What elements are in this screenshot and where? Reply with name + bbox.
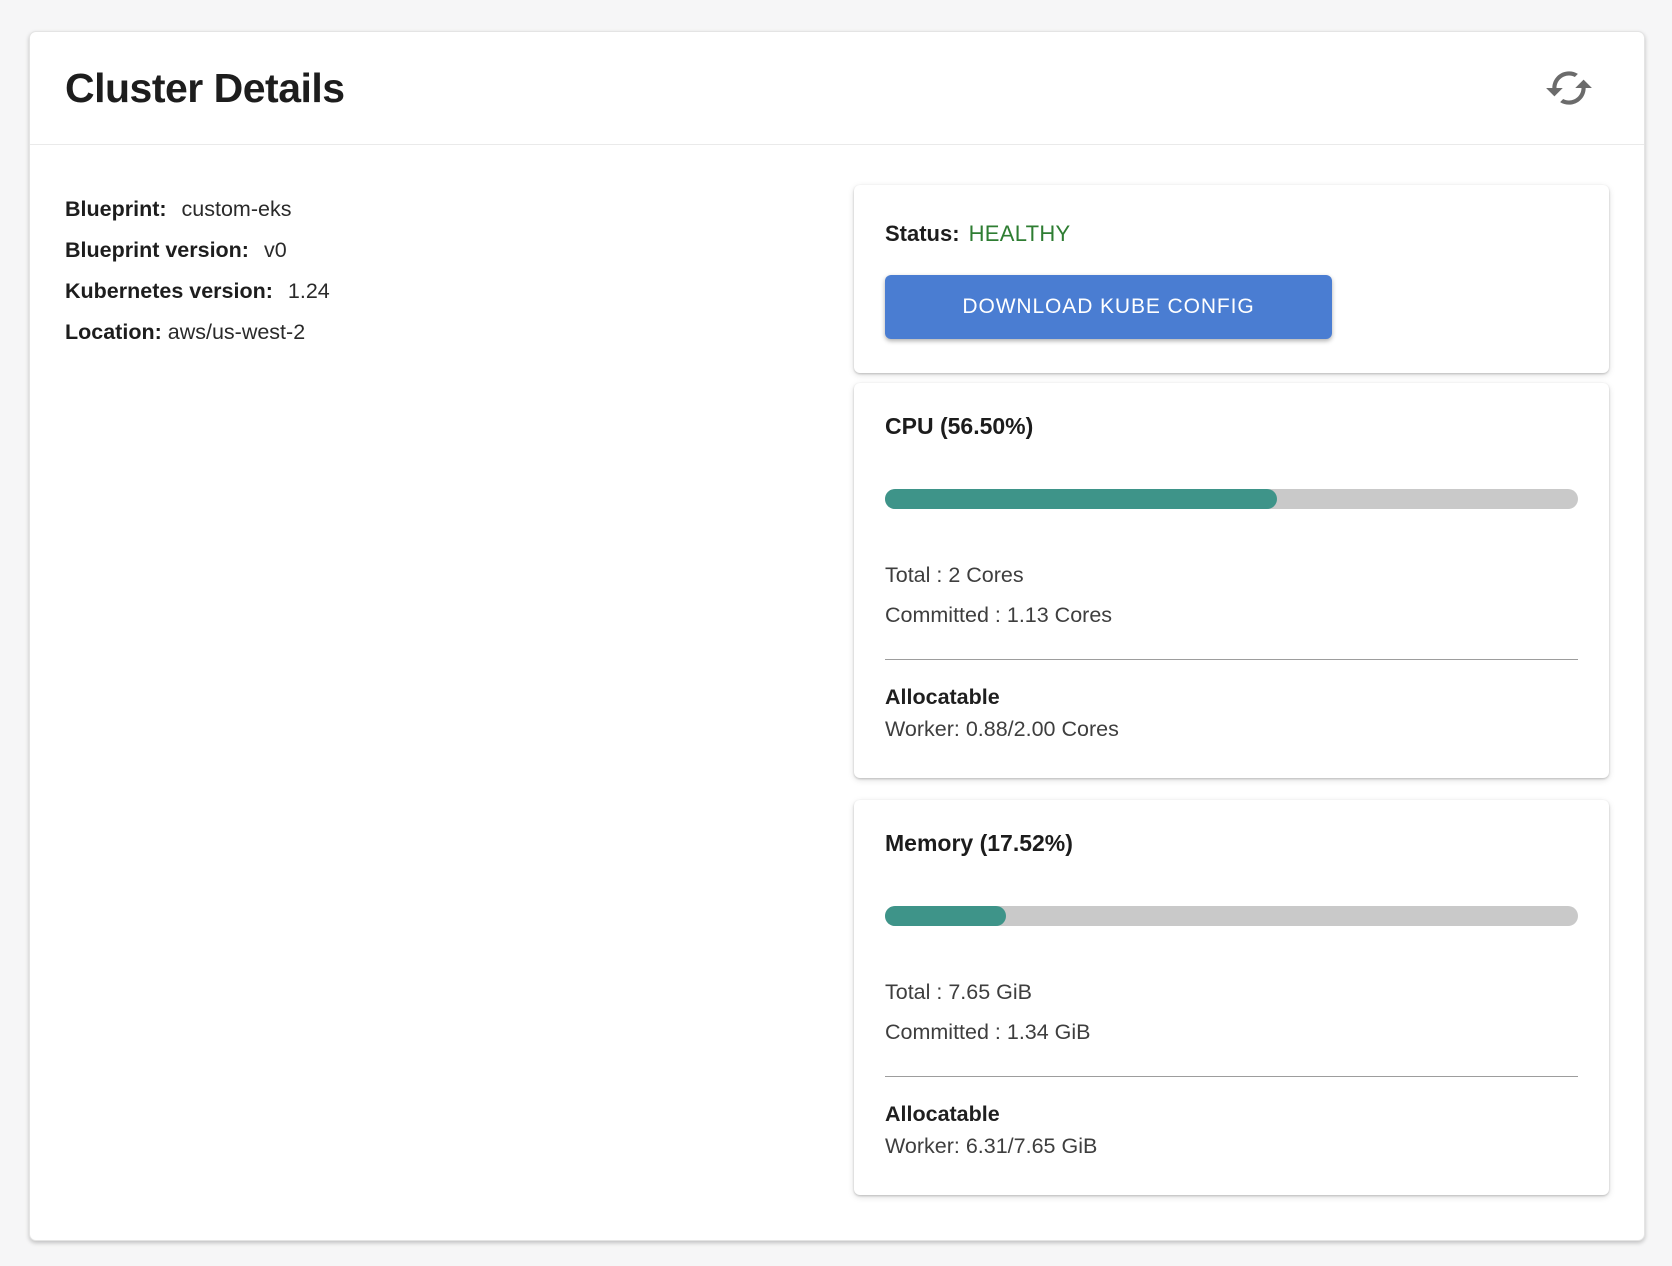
memory-progress-track bbox=[885, 906, 1578, 926]
cpu-card: CPU (56.50%) Total : 2 Cores Committed :… bbox=[854, 383, 1609, 778]
download-kube-config-button[interactable]: DOWNLOAD KUBE CONFIG bbox=[885, 275, 1332, 339]
detail-row-blueprint-version: Blueprint version: v0 bbox=[65, 230, 854, 271]
status-line: Status: HEALTHY bbox=[885, 221, 1579, 247]
detail-label: Blueprint version: bbox=[65, 238, 249, 262]
metrics-column: Status: HEALTHY DOWNLOAD KUBE CONFIG CPU … bbox=[854, 185, 1609, 1195]
memory-allocatable-label: Allocatable bbox=[885, 1102, 1578, 1127]
memory-progress-fill bbox=[885, 906, 1006, 926]
cpu-progress-track bbox=[885, 489, 1578, 509]
detail-value: aws/us-west-2 bbox=[168, 320, 305, 344]
cpu-divider bbox=[885, 659, 1578, 660]
status-label: Status: bbox=[885, 221, 960, 246]
detail-value: custom-eks bbox=[182, 197, 292, 221]
panel-content: Blueprint: custom-eks Blueprint version: v… bbox=[30, 145, 1644, 1195]
refresh-icon bbox=[1544, 101, 1594, 116]
memory-divider bbox=[885, 1076, 1578, 1077]
detail-row-location: Location:aws/us-west-2 bbox=[65, 312, 854, 353]
memory-worker-allocatable: Worker: 6.31/7.65 GiB bbox=[885, 1134, 1578, 1159]
cpu-allocatable-label: Allocatable bbox=[885, 685, 1578, 710]
memory-card: Memory (17.52%) Total : 7.65 GiB Committ… bbox=[854, 800, 1609, 1195]
cpu-card-title: CPU (56.50%) bbox=[885, 413, 1578, 440]
cluster-details-panel: Cluster Details Blueprint: custom-eks Blu… bbox=[29, 31, 1645, 1241]
memory-stats: Total : 7.65 GiB Committed : 1.34 GiB bbox=[885, 972, 1578, 1052]
detail-label: Blueprint: bbox=[65, 197, 167, 221]
memory-committed: Committed : 1.34 GiB bbox=[885, 1012, 1578, 1052]
cpu-stats: Total : 2 Cores Committed : 1.13 Cores bbox=[885, 555, 1578, 635]
detail-label: Kubernetes version: bbox=[65, 279, 273, 303]
refresh-button[interactable] bbox=[1540, 59, 1598, 117]
detail-row-blueprint: Blueprint: custom-eks bbox=[65, 189, 854, 230]
memory-total: Total : 7.65 GiB bbox=[885, 972, 1578, 1012]
cpu-total: Total : 2 Cores bbox=[885, 555, 1578, 595]
status-badge: HEALTHY bbox=[969, 221, 1071, 246]
detail-value: 1.24 bbox=[288, 279, 330, 303]
panel-header: Cluster Details bbox=[30, 32, 1644, 145]
cluster-info-list: Blueprint: custom-eks Blueprint version: v… bbox=[65, 185, 854, 1195]
status-card: Status: HEALTHY DOWNLOAD KUBE CONFIG bbox=[854, 185, 1609, 373]
memory-card-title: Memory (17.52%) bbox=[885, 830, 1578, 857]
cpu-worker-allocatable: Worker: 0.88/2.00 Cores bbox=[885, 717, 1578, 742]
page-title: Cluster Details bbox=[65, 65, 345, 112]
detail-label: Location: bbox=[65, 320, 162, 344]
cpu-progress-fill bbox=[885, 489, 1277, 509]
detail-value: v0 bbox=[264, 238, 287, 262]
detail-row-kubernetes-version: Kubernetes version: 1.24 bbox=[65, 271, 854, 312]
cpu-committed: Committed : 1.13 Cores bbox=[885, 595, 1578, 635]
